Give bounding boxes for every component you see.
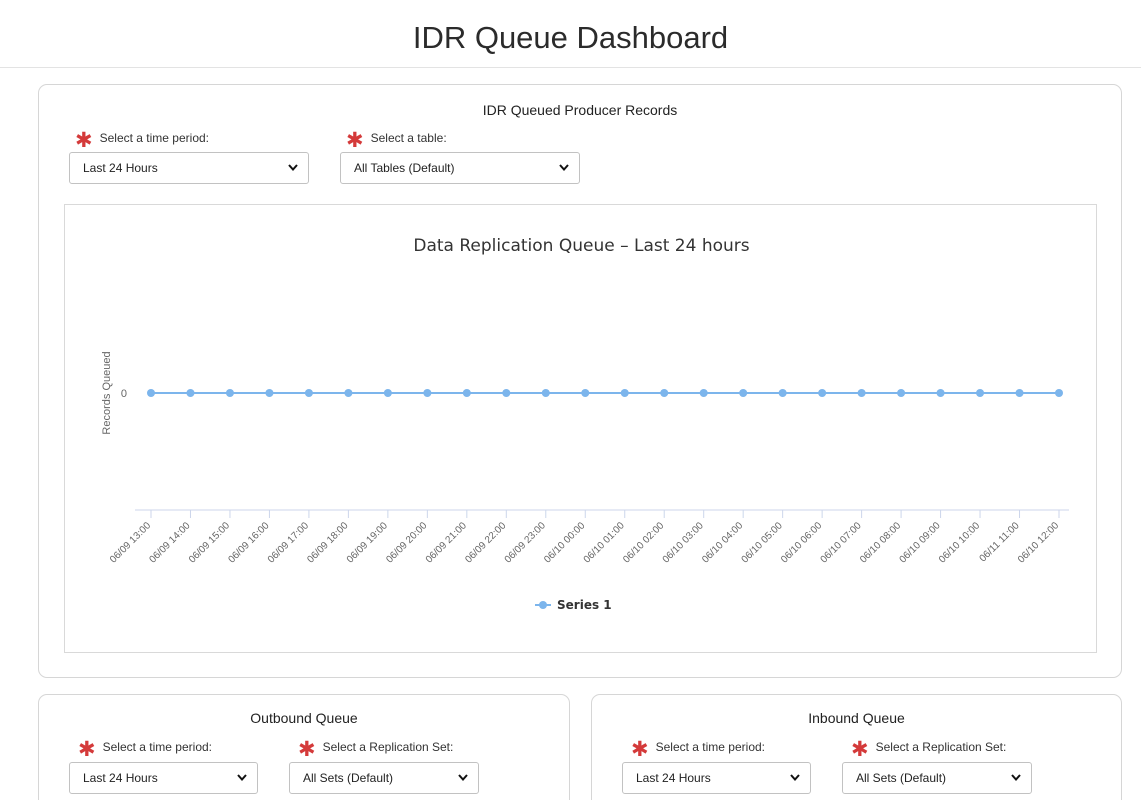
chevron-down-icon [559,164,569,171]
data-point [976,389,985,397]
y-axis-label: Records Queued [101,351,113,434]
data-point [739,389,748,397]
title-divider [0,67,1141,68]
data-point [897,389,906,397]
chevron-down-icon [790,774,800,781]
data-point [1055,389,1063,397]
data-point [660,389,669,397]
x-tick-label: 06/09 17:00 [266,520,311,565]
outbound-replication-set-label-text: Select a Replication Set: [322,740,454,754]
x-tick-label: 06/10 04:00 [700,520,745,565]
x-tick-label: 06/09 22:00 [463,520,508,565]
required-asterisk-icon: ✱ [631,738,649,761]
x-tick-label: 06/10 00:00 [542,520,587,565]
inbound-replication-set-label: ✱ Select a Replication Set: [851,738,1007,761]
x-tick-label: 06/10 09:00 [898,520,943,565]
data-point [344,389,353,397]
inbound-time-period-label-text: Select a time period: [655,740,765,754]
data-point [423,389,432,397]
data-point [857,389,866,397]
inbound-replication-set-label-text: Select a Replication Set: [875,740,1007,754]
x-tick-label: 06/10 03:00 [661,520,706,565]
table-select-value: All Tables (Default) [354,161,455,175]
queue-chart-svg: Data Replication Queue – Last 24 hours Re… [101,236,1069,612]
required-asterisk-icon: ✱ [346,129,364,152]
page-title: IDR Queue Dashboard [412,20,729,55]
inbound-time-period-select[interactable]: Last 24 Hours [622,762,811,794]
time-period-select[interactable]: Last 24 Hours [69,152,309,184]
legend-marker-icon [539,601,547,609]
data-point [936,389,945,397]
x-tick-label: 06/10 12:00 [1016,520,1061,565]
outbound-replication-set-select[interactable]: All Sets (Default) [289,762,479,794]
x-tick-label: 06/10 01:00 [582,520,627,565]
legend-item-label: Series 1 [557,598,612,612]
x-tick-label: 06/10 02:00 [621,520,666,565]
data-point [778,389,787,397]
x-tick-label: 06/09 18:00 [305,520,350,565]
x-tick-label: 06/09 23:00 [503,520,548,565]
data-point [304,389,313,397]
inbound-replication-set-select[interactable]: All Sets (Default) [842,762,1032,794]
required-asterisk-icon: ✱ [75,129,93,152]
data-point [186,389,195,397]
chevron-down-icon [458,774,468,781]
data-point [541,389,550,397]
outbound-time-period-label-text: Select a time period: [102,740,212,754]
y-tick-label: 0 [121,388,127,400]
outbound-replication-set-label: ✱ Select a Replication Set: [298,738,454,761]
x-tick-label: 06/09 20:00 [384,520,429,565]
x-tick-label: 06/09 13:00 [108,520,153,565]
cropped-header-remnant [0,0,300,7]
table-label-text: Select a table: [370,131,447,145]
time-period-label-text: Select a time period: [99,131,209,145]
required-asterisk-icon: ✱ [851,738,869,761]
data-point [147,389,155,397]
data-point [699,389,708,397]
outbound-card-title: Outbound Queue [250,710,358,726]
table-select[interactable]: All Tables (Default) [340,152,580,184]
x-tick-label: 06/09 15:00 [187,520,232,565]
outbound-time-period-select[interactable]: Last 24 Hours [69,762,258,794]
chevron-down-icon [1011,774,1021,781]
chevron-down-icon [288,164,298,171]
chart-title: Data Replication Queue – Last 24 hours [413,236,749,256]
x-tick-label: 06/10 06:00 [779,520,824,565]
outbound-time-period-label: ✱ Select a time period: [78,738,212,761]
data-point [818,389,827,397]
x-tick-label: 06/09 19:00 [345,520,390,565]
data-point [502,389,511,397]
required-asterisk-icon: ✱ [298,738,316,761]
data-point [225,389,234,397]
data-point [581,389,590,397]
x-tick-label: 06/10 08:00 [858,520,903,565]
data-point [620,389,629,397]
data-point [383,389,392,397]
inbound-replication-set-select-value: All Sets (Default) [856,771,947,785]
required-asterisk-icon: ✱ [78,738,96,761]
data-point [1015,389,1024,397]
table-label: ✱ Select a table: [346,129,447,152]
x-tick-label: 06/09 14:00 [147,520,192,565]
inbound-time-period-label: ✱ Select a time period: [631,738,765,761]
time-period-label: ✱ Select a time period: [75,129,209,152]
x-tick-label: 06/10 10:00 [937,520,982,565]
outbound-replication-set-select-value: All Sets (Default) [303,771,394,785]
x-tick-label: 06/09 21:00 [424,520,469,565]
time-period-select-value: Last 24 Hours [83,161,158,175]
data-point [462,389,471,397]
x-tick-label: 06/10 07:00 [819,520,864,565]
x-tick-label: 06/10 05:00 [740,520,785,565]
outbound-time-period-select-value: Last 24 Hours [83,771,158,785]
data-point [265,389,274,397]
inbound-card-title: Inbound Queue [808,710,905,726]
x-tick-label: 06/09 16:00 [226,520,271,565]
chevron-down-icon [237,774,247,781]
queue-chart: Data Replication Queue – Last 24 hours Re… [64,204,1097,653]
inbound-time-period-select-value: Last 24 Hours [636,771,711,785]
producer-card-title: IDR Queued Producer Records [482,102,678,118]
